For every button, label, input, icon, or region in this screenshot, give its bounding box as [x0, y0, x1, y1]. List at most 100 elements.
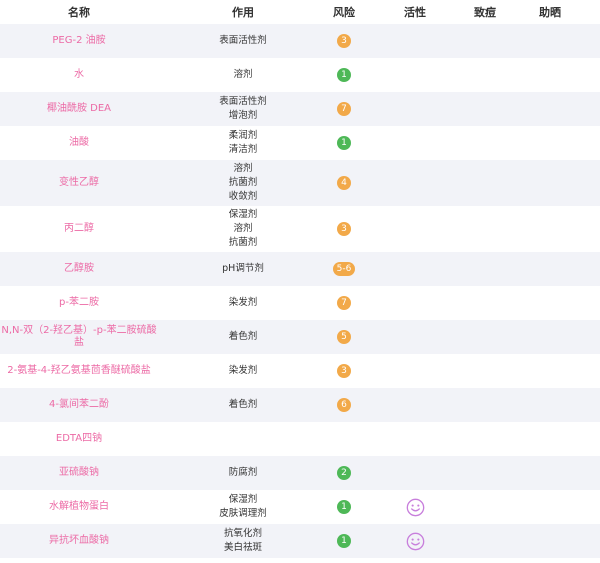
function-label: 美白祛斑 [223, 542, 262, 553]
table-row: 亚硫酸钠 防腐剂 2 [0, 456, 600, 490]
risk-cell: 7 [328, 296, 360, 310]
function-cell: 柔润剂 清洁剂 [158, 129, 328, 157]
risk-cell: 2 [328, 466, 360, 480]
function-label: 保湿剂 [228, 209, 258, 220]
function-label: 表面活性剂 [219, 96, 267, 107]
function-label: 溶剂 [233, 163, 253, 174]
smile-icon [406, 532, 424, 550]
function-label: 收敛剂 [228, 191, 258, 202]
table-row: 丙二醇 保湿剂溶剂抗菌剂 3 [0, 206, 600, 252]
ingredient-link[interactable]: PEG-2 油胺 [52, 35, 105, 47]
ingredient-link[interactable]: 乙醇胺 [64, 263, 94, 275]
ingredient-link[interactable]: 变性乙醇 [59, 177, 99, 189]
name-cell: 油酸 [0, 137, 158, 149]
function-label: 抗菌剂 [228, 177, 258, 188]
function-label: 抗菌剂 [228, 237, 258, 248]
risk-cell: 1 [328, 136, 360, 150]
ingredient-link[interactable]: 4-氯间苯二酚 [49, 399, 109, 411]
table-row: 2-氨基-4-羟乙氨基茴香醚硫酸盐 染发剂 3 [0, 354, 600, 388]
risk-badge: 5-6 [333, 262, 355, 276]
ingredient-link[interactable]: p-苯二胺 [59, 297, 99, 309]
function-label: 着色剂 [228, 399, 258, 410]
name-cell: 水 [0, 69, 158, 81]
risk-cell: 3 [328, 222, 360, 236]
header-active: 活性 [404, 6, 426, 19]
function-label: 增泡剂 [228, 110, 258, 121]
risk-cell: 3 [328, 364, 360, 378]
ingredient-link[interactable]: 亚硫酸钠 [59, 467, 99, 479]
risk-cell: 5-6 [328, 262, 360, 276]
header-sunburn: 助晒 [539, 6, 561, 19]
name-cell: 2-氨基-4-羟乙氨基茴香醚硫酸盐 [0, 365, 158, 377]
table-row: 水 溶剂 1 [0, 58, 600, 92]
table-row: N,N-双（2-羟乙基）-p-苯二胺硫酸盐 着色剂 5 [0, 320, 600, 354]
ingredient-link[interactable]: 2-氨基-4-羟乙氨基茴香醚硫酸盐 [7, 365, 151, 377]
active-cell [360, 532, 470, 551]
ingredient-link[interactable]: EDTA四钠 [56, 433, 102, 445]
active-cell [360, 498, 470, 517]
name-cell: 4-氯间苯二酚 [0, 399, 158, 411]
table-row: 4-氯间苯二酚 着色剂 6 [0, 388, 600, 422]
function-cell: 表面活性剂 [158, 34, 328, 48]
risk-cell: 1 [328, 500, 360, 514]
risk-badge: 6 [337, 398, 351, 412]
function-cell: 保湿剂 皮肤调理剂 [158, 493, 328, 521]
ingredient-link[interactable]: 异抗坏血酸钠 [49, 535, 109, 547]
table-row: EDTA四钠 [0, 422, 600, 456]
name-cell: 椰油酰胺 DEA [0, 103, 158, 115]
table-row: 变性乙醇 溶剂抗菌剂收敛剂 4 [0, 160, 600, 206]
function-cell: 防腐剂 [158, 466, 328, 480]
function-label: 抗氧化剂 [223, 528, 262, 539]
ingredient-link[interactable]: 水解植物蛋白 [49, 501, 109, 513]
header-function: 作用 [232, 6, 254, 19]
ingredient-link[interactable]: 水 [74, 69, 84, 81]
function-label: 皮肤调理剂 [219, 508, 267, 519]
table-header: 名称 作用 风险 活性 致痘 助晒 [0, 0, 600, 24]
table-body: PEG-2 油胺 表面活性剂 3 水溶剂 1 椰油酰胺 DEA 表面活性剂 增泡剂 7 油酸 柔润剂… [0, 24, 600, 558]
risk-cell: 1 [328, 534, 360, 548]
ingredient-link[interactable]: 丙二醇 [64, 223, 94, 235]
risk-badge: 5 [337, 330, 351, 344]
name-cell: 变性乙醇 [0, 177, 158, 189]
function-cell: 溶剂 [158, 68, 328, 82]
name-cell: 乙醇胺 [0, 263, 158, 275]
function-cell: 表面活性剂 增泡剂 [158, 95, 328, 123]
function-label: pH调节剂 [222, 263, 264, 274]
ingredient-link[interactable]: 椰油酰胺 DEA [47, 103, 111, 115]
function-label: 着色剂 [228, 331, 258, 342]
risk-cell: 4 [328, 176, 360, 190]
risk-cell: 3 [328, 34, 360, 48]
risk-badge: 1 [337, 534, 351, 548]
name-cell: N,N-双（2-羟乙基）-p-苯二胺硫酸盐 [0, 325, 158, 349]
ingredient-table: 名称 作用 风险 活性 致痘 助晒 PEG-2 油胺 表面活性剂 3 水溶剂 1 椰油酰胺… [0, 0, 600, 558]
risk-badge: 7 [337, 296, 351, 310]
risk-badge: 4 [337, 176, 351, 190]
function-cell: 着色剂 [158, 398, 328, 412]
function-cell: 染发剂 [158, 364, 328, 378]
ingredient-link[interactable]: N,N-双（2-羟乙基）-p-苯二胺硫酸盐 [0, 325, 158, 349]
risk-badge: 3 [337, 222, 351, 236]
name-cell: 水解植物蛋白 [0, 501, 158, 513]
risk-badge: 7 [337, 102, 351, 116]
risk-cell: 7 [328, 102, 360, 116]
table-row: 乙醇胺 pH调节剂 5-6 [0, 252, 600, 286]
risk-badge: 3 [337, 364, 351, 378]
function-cell: 染发剂 [158, 296, 328, 310]
function-label: 染发剂 [228, 297, 258, 308]
name-cell: EDTA四钠 [0, 433, 158, 445]
function-label: 溶剂 [233, 223, 253, 234]
name-cell: p-苯二胺 [0, 297, 158, 309]
name-cell: PEG-2 油胺 [0, 35, 158, 47]
function-cell: 着色剂 [158, 330, 328, 344]
function-label: 防腐剂 [228, 467, 258, 478]
header-acne: 致痘 [474, 6, 496, 19]
table-row: 椰油酰胺 DEA 表面活性剂增泡剂 7 [0, 92, 600, 126]
function-label: 溶剂 [233, 69, 253, 80]
name-cell: 异抗坏血酸钠 [0, 535, 158, 547]
table-row: p-苯二胺 染发剂 7 [0, 286, 600, 320]
table-row: PEG-2 油胺 表面活性剂 3 [0, 24, 600, 58]
ingredient-link[interactable]: 油酸 [69, 137, 89, 149]
risk-badge: 1 [337, 500, 351, 514]
function-label: 柔润剂 [228, 130, 258, 141]
risk-badge: 2 [337, 466, 351, 480]
